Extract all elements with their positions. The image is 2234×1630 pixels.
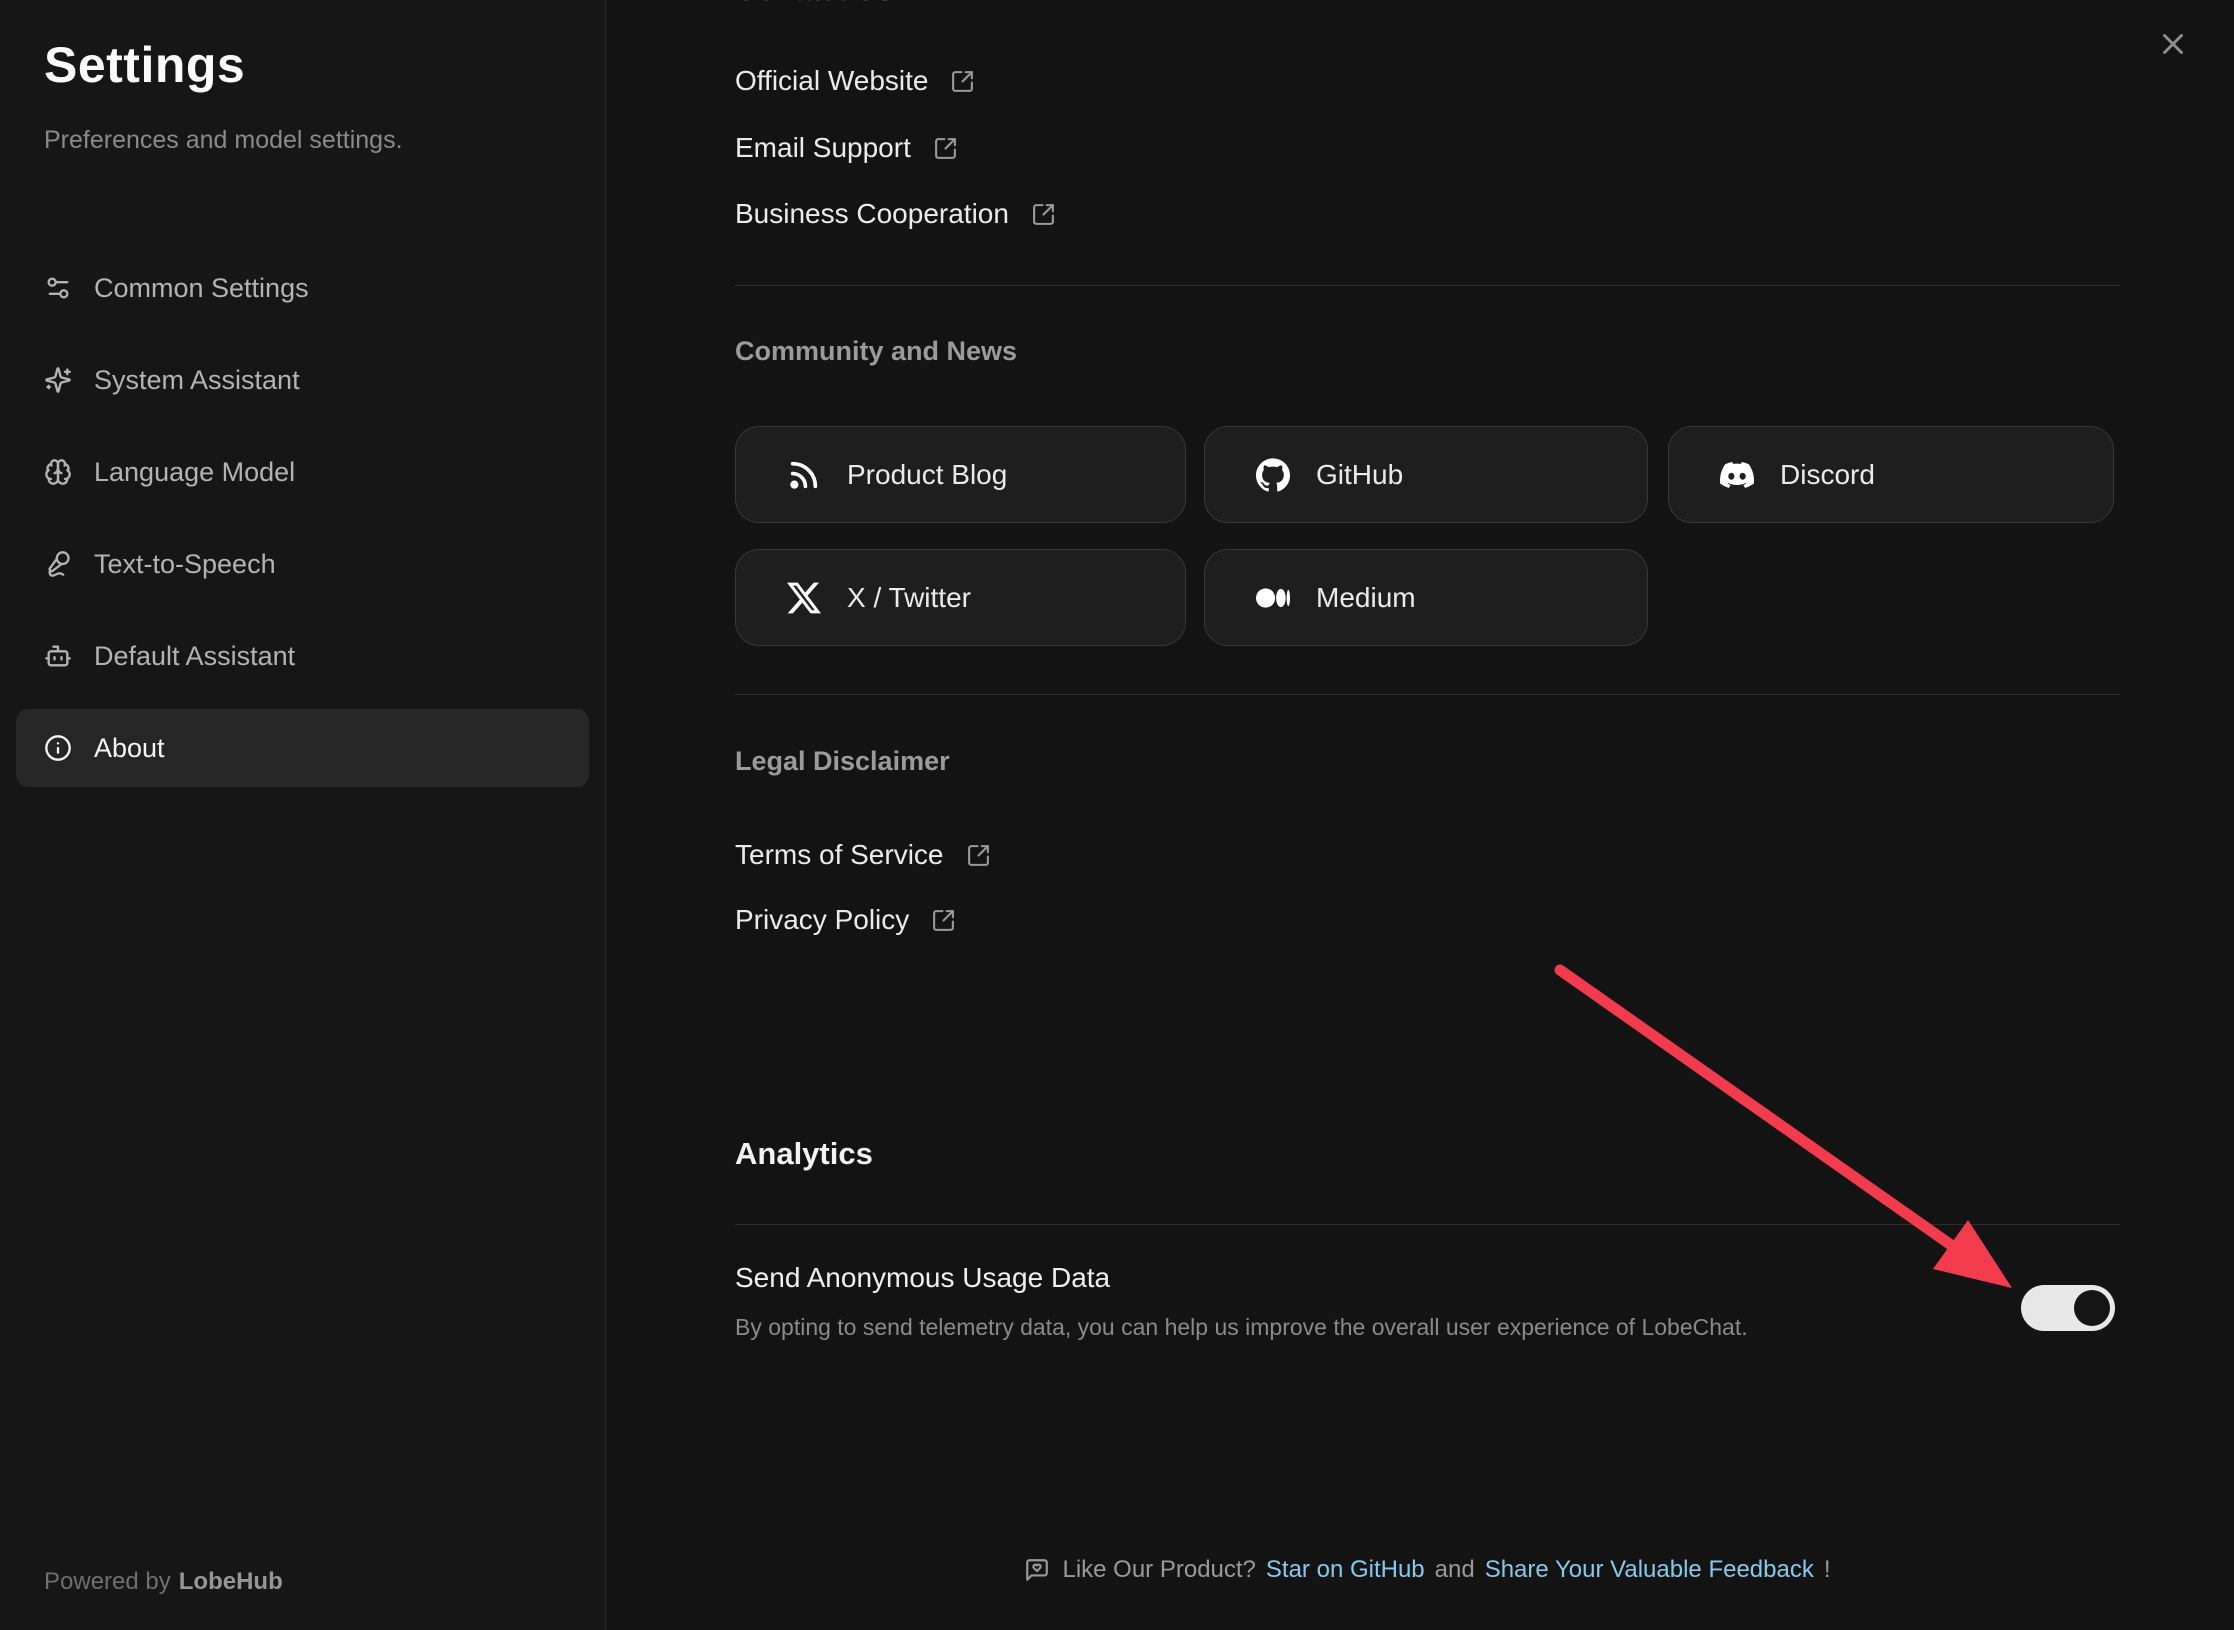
lobehub-brand[interactable]: LobeHub (179, 1568, 283, 1595)
telemetry-setting-description: By opting to send telemetry data, you ca… (735, 1314, 1748, 1341)
sparkles-icon (44, 366, 72, 394)
powered-by-text: Powered by (44, 1568, 171, 1595)
email-support-link[interactable]: Email Support (735, 126, 958, 170)
settings-modal: Settings Preferences and model settings.… (0, 0, 2234, 1630)
brain-icon (44, 458, 72, 486)
button-label: Medium (1316, 582, 1416, 614)
official-website-link[interactable]: Official Website (735, 59, 975, 103)
close-button[interactable] (2147, 18, 2199, 70)
button-label: X / Twitter (847, 582, 971, 614)
sidebar-item-about[interactable]: About (16, 709, 589, 787)
main-footer: Like Our Product? Star on GitHub and Sha… (735, 1556, 2120, 1584)
legal-heading: Legal Disclaimer (735, 746, 950, 777)
section-divider (735, 694, 2120, 695)
star-on-github-link[interactable]: Star on GitHub (1266, 1556, 1425, 1584)
external-link-icon (950, 69, 975, 94)
link-label: Email Support (735, 132, 911, 164)
share-feedback-link[interactable]: Share Your Valuable Feedback (1485, 1556, 1814, 1584)
footer-text: Like Our Product? (1062, 1556, 1255, 1584)
discord-button[interactable]: Discord (1668, 426, 2114, 523)
button-label: GitHub (1316, 459, 1403, 491)
medium-button[interactable]: Medium (1204, 549, 1648, 646)
settings-sidebar: Settings Preferences and model settings.… (0, 0, 606, 1630)
rss-icon (787, 458, 821, 492)
github-button[interactable]: GitHub (1204, 426, 1648, 523)
external-link-icon (931, 908, 956, 933)
telemetry-setting-label: Send Anonymous Usage Data (735, 1262, 1110, 1294)
x-twitter-button[interactable]: X / Twitter (735, 549, 1186, 646)
medium-icon (1256, 581, 1290, 615)
terms-of-service-link[interactable]: Terms of Service (735, 833, 991, 877)
mic-icon (44, 550, 72, 578)
sidebar-item-text-to-speech[interactable]: Text-to-Speech (16, 525, 589, 603)
community-heading: Community and News (735, 336, 1017, 367)
sidebar-item-system-assistant[interactable]: System Assistant (16, 341, 589, 419)
sidebar-item-label: Default Assistant (94, 641, 295, 672)
sidebar-item-default-assistant[interactable]: Default Assistant (16, 617, 589, 695)
sidebar-item-label: About (94, 733, 165, 764)
business-cooperation-link[interactable]: Business Cooperation (735, 192, 1056, 236)
product-blog-button[interactable]: Product Blog (735, 426, 1186, 523)
sidebar-item-label: System Assistant (94, 365, 300, 396)
button-label: Product Blog (847, 459, 1007, 491)
link-label: Privacy Policy (735, 904, 909, 936)
telemetry-toggle[interactable] (2021, 1285, 2115, 1331)
section-divider (735, 285, 2120, 286)
footer-text: ! (1824, 1556, 1831, 1584)
link-label: Business Cooperation (735, 198, 1009, 230)
sidebar-item-label: Language Model (94, 457, 295, 488)
section-divider (735, 1224, 2120, 1225)
button-label: Discord (1780, 459, 1875, 491)
settings-nav: Common Settings System Assistant Languag… (16, 249, 589, 801)
feedback-bubble-icon (1024, 1557, 1050, 1583)
info-icon (44, 734, 72, 762)
analytics-heading: Analytics (735, 1136, 873, 1172)
github-icon (1256, 458, 1290, 492)
external-link-icon (1031, 202, 1056, 227)
external-link-icon (966, 843, 991, 868)
close-icon (2156, 27, 2190, 61)
privacy-policy-link[interactable]: Privacy Policy (735, 898, 956, 942)
footer-text: and (1435, 1556, 1475, 1584)
page-title: Settings (44, 36, 245, 94)
link-label: Terms of Service (735, 839, 944, 871)
contact-us-heading: Contact Us (735, 0, 893, 8)
sliders-icon (44, 274, 72, 302)
about-panel: Contact Us Official Website Email Suppor… (606, 0, 2234, 1630)
sidebar-item-label: Text-to-Speech (94, 549, 276, 580)
bot-icon (44, 642, 72, 670)
x-twitter-icon (787, 581, 821, 615)
page-subtitle: Preferences and model settings. (44, 126, 403, 155)
sidebar-item-language-model[interactable]: Language Model (16, 433, 589, 511)
sidebar-item-common-settings[interactable]: Common Settings (16, 249, 589, 327)
powered-by: Powered by LobeHub (44, 1568, 283, 1596)
external-link-icon (933, 136, 958, 161)
sidebar-item-label: Common Settings (94, 273, 309, 304)
toggle-knob (2074, 1290, 2110, 1326)
link-label: Official Website (735, 65, 928, 97)
discord-icon (1720, 458, 1754, 492)
